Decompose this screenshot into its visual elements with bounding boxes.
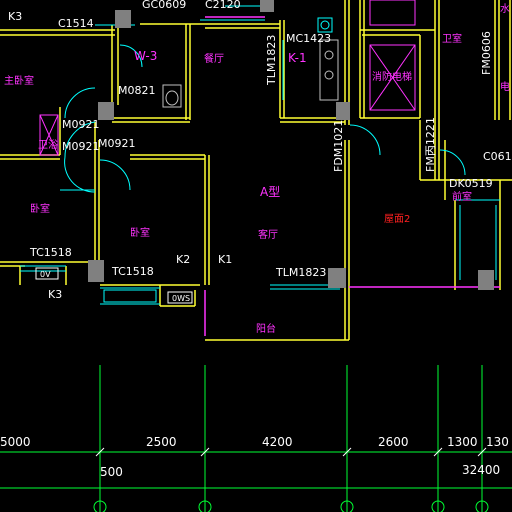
room-restaurant: 餐厅: [204, 52, 224, 65]
tag-fm0606: FM0606: [480, 31, 493, 75]
tag-w3: W-3: [134, 49, 157, 63]
tag-k1: K1: [218, 253, 232, 266]
tag-m0821: M0821: [118, 84, 156, 97]
room-bathroom: 卫浴: [38, 139, 58, 151]
tag-c2120: C2120: [205, 0, 241, 11]
floor-plan-drawing: K3 C1514 GC0609 C2120 W-3 M0821 MC1423 K…: [0, 0, 512, 512]
room-bedroom-mid: 卧室: [130, 226, 150, 239]
room-kitchen-bath-top: 卫室: [442, 32, 462, 45]
tag-gc0609: GC0609: [142, 0, 186, 11]
room-hall: 前室: [452, 190, 472, 203]
dim-span-4: 2600: [378, 435, 409, 449]
room-2: 屋面2: [384, 213, 410, 225]
room-elevator: 消防电梯: [372, 70, 412, 83]
dim-span-6: 130: [486, 435, 509, 449]
tag-tc1518-a: TC1518: [29, 246, 72, 259]
tag-m0921-c: M0921: [98, 137, 136, 150]
tag-dk0519: DK0519: [449, 177, 493, 190]
tag-tlm1823-h: TLM1823: [275, 266, 326, 279]
tag-m0921-a: M0921: [62, 118, 100, 131]
room-water: 水: [500, 3, 510, 15]
unit-type: A型: [260, 185, 280, 199]
room-electric: 电: [500, 80, 510, 93]
tag-tlm1823-v: TLM1823: [265, 35, 278, 86]
dim-span-3: 4200: [262, 435, 293, 449]
room-master-bedroom: 主卧室: [4, 74, 34, 87]
room-balcony: 阳台: [256, 322, 276, 335]
ac-right-label: 0WS: [172, 294, 190, 303]
tag-fm1221: FM丙1221: [424, 117, 437, 172]
tag-tc1518-b: TC1518: [111, 265, 154, 278]
tag-mc1423: MC1423: [286, 32, 331, 45]
tag-c1514: C1514: [58, 17, 94, 30]
tag-k3-bottom: K3: [48, 288, 62, 301]
tag-k3-top: K3: [8, 10, 22, 23]
dim-span-5: 1300: [447, 435, 478, 449]
dim-sub: 500: [100, 465, 123, 479]
ac-left-label: 0V: [40, 270, 51, 279]
tag-k2: K2: [176, 253, 190, 266]
dim-span-1: 5000: [0, 435, 31, 449]
tag-fdm1021: FDM1021: [332, 120, 345, 172]
room-bedroom-left: 卧室: [30, 202, 50, 215]
tag-m0921-b: M0921: [62, 140, 100, 153]
tag-c0615: C0615: [483, 150, 512, 163]
tag-k1-kitchen: K-1: [288, 51, 307, 65]
dim-span-2: 2500: [146, 435, 177, 449]
dim-total: 32400: [462, 463, 500, 477]
room-living: 客厅: [258, 228, 278, 241]
